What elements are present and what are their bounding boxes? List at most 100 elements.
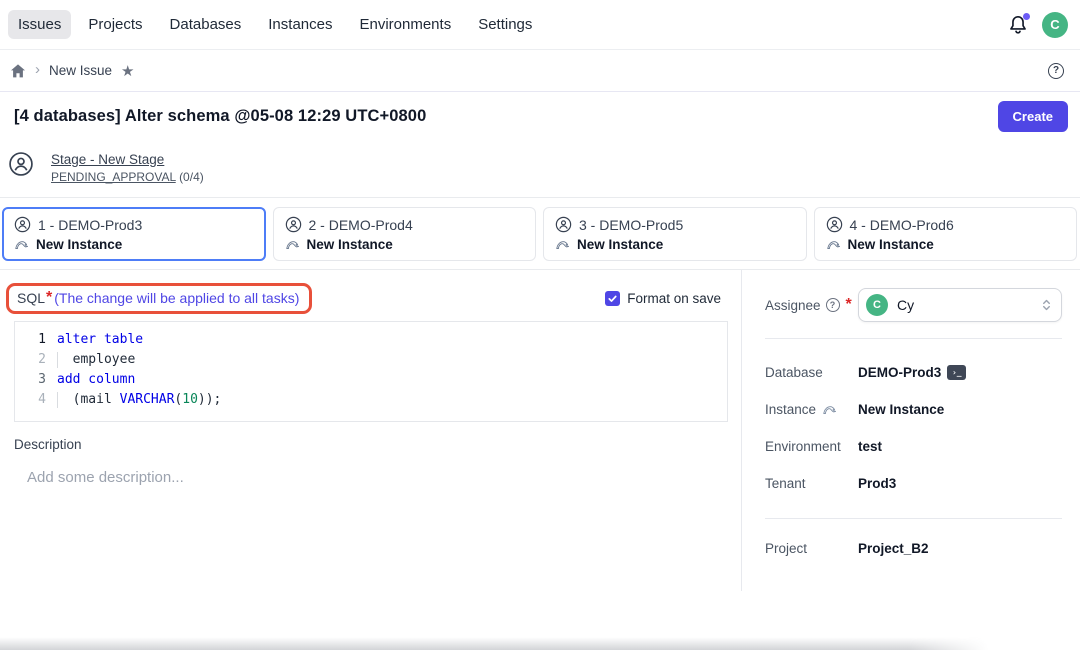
tenant-label: Tenant bbox=[765, 476, 806, 491]
user-avatar[interactable]: C bbox=[1042, 12, 1068, 38]
help-icon[interactable]: ? bbox=[1048, 63, 1064, 79]
assignee-help-icon[interactable]: ? bbox=[826, 298, 840, 312]
sql-label: SQL bbox=[17, 290, 45, 306]
code-line: 3 add column bbox=[15, 370, 727, 390]
person-icon bbox=[285, 216, 302, 233]
task-cards-row: 1 - DEMO-Prod3 New Instance 2 - DEMO-Pro… bbox=[0, 198, 1080, 270]
format-on-save-checkbox[interactable] bbox=[605, 291, 620, 306]
stage-section: Stage - New Stage PENDING_APPROVAL (0/4) bbox=[0, 142, 1080, 198]
breadcrumb: › New Issue ★ ? bbox=[0, 50, 1080, 92]
sidebar-divider bbox=[765, 338, 1062, 339]
create-button[interactable]: Create bbox=[998, 101, 1068, 132]
instance-value: New Instance bbox=[858, 402, 944, 417]
notification-dot bbox=[1023, 13, 1030, 20]
code-token: employee bbox=[57, 352, 135, 367]
code-line: 4 (mail VARCHAR(10)); bbox=[15, 390, 727, 410]
assignee-value: Cy bbox=[897, 297, 1031, 313]
nav-item-environments[interactable]: Environments bbox=[349, 10, 461, 39]
sql-required-mark: * bbox=[46, 289, 52, 307]
code-line: 2 employee bbox=[15, 350, 727, 370]
breadcrumb-current-page[interactable]: New Issue bbox=[49, 63, 112, 78]
nav-item-issues[interactable]: Issues bbox=[8, 10, 71, 39]
description-input[interactable]: Add some description... bbox=[27, 469, 741, 486]
task-instance: New Instance bbox=[307, 237, 393, 252]
task-card-1[interactable]: 1 - DEMO-Prod3 New Instance bbox=[2, 207, 266, 261]
stage-progress: (0/4) bbox=[179, 170, 204, 184]
home-icon[interactable] bbox=[10, 63, 26, 79]
task-card-4[interactable]: 4 - DEMO-Prod6 New Instance bbox=[814, 207, 1078, 261]
sql-console-icon[interactable]: ›_ bbox=[947, 365, 966, 380]
instance-label: Instance bbox=[765, 402, 816, 417]
task-name: 1 - DEMO-Prod3 bbox=[38, 217, 142, 233]
database-value: DEMO-Prod3 bbox=[858, 365, 941, 380]
sql-note: (The change will be applied to all tasks… bbox=[54, 290, 299, 306]
top-nav: Issues Projects Databases Instances Envi… bbox=[0, 0, 1080, 50]
task-card-3[interactable]: 3 - DEMO-Prod5 New Instance bbox=[543, 207, 807, 261]
star-icon[interactable]: ★ bbox=[121, 62, 134, 80]
stage-status-link[interactable]: PENDING_APPROVAL bbox=[51, 170, 176, 184]
issue-sidebar: Assignee ? * C Cy Database DEMO-Prod3 ›_ bbox=[742, 270, 1080, 591]
project-value: Project_B2 bbox=[858, 541, 929, 556]
sql-panel: SQL* (The change will be applied to all … bbox=[0, 270, 742, 591]
format-on-save-toggle[interactable]: Format on save bbox=[605, 291, 721, 306]
breadcrumb-separator: › bbox=[35, 61, 40, 78]
sidebar-row-environment: Environment test bbox=[765, 428, 1062, 465]
sidebar-row-project: Project Project_B2 bbox=[765, 530, 1062, 567]
sql-code-editor[interactable]: 1 alter table 2 employee 3 add column bbox=[14, 321, 728, 422]
task-instance: New Instance bbox=[577, 237, 663, 252]
person-icon bbox=[14, 216, 31, 233]
person-icon bbox=[826, 216, 843, 233]
main-content: SQL* (The change will be applied to all … bbox=[0, 270, 1080, 591]
mysql-dolphin-icon bbox=[826, 238, 841, 251]
indent-guide bbox=[57, 392, 58, 408]
environment-value: test bbox=[858, 439, 882, 454]
notification-bell-icon[interactable] bbox=[1007, 14, 1029, 36]
mysql-dolphin-icon bbox=[14, 238, 29, 251]
code-token: (mail bbox=[57, 392, 120, 407]
tenant-value: Prod3 bbox=[858, 476, 896, 491]
stage-name-link[interactable]: Stage - New Stage bbox=[51, 152, 204, 167]
task-name: 4 - DEMO-Prod6 bbox=[850, 217, 954, 233]
task-instance: New Instance bbox=[36, 237, 122, 252]
select-chevrons-icon bbox=[1040, 297, 1053, 313]
bottom-shadow bbox=[0, 637, 988, 650]
code-line: 1 alter table bbox=[15, 330, 727, 350]
person-icon bbox=[555, 216, 572, 233]
task-name: 2 - DEMO-Prod4 bbox=[309, 217, 413, 233]
stage-person-icon bbox=[8, 151, 34, 177]
nav-item-projects[interactable]: Projects bbox=[78, 10, 152, 39]
sidebar-row-instance: Instance New Instance bbox=[765, 391, 1062, 428]
format-on-save-label: Format on save bbox=[627, 291, 721, 306]
nav-item-instances[interactable]: Instances bbox=[258, 10, 342, 39]
line-number: 3 bbox=[15, 370, 57, 390]
assignee-label: Assignee bbox=[765, 298, 821, 313]
code-token: 10 bbox=[182, 392, 198, 407]
sidebar-row-database: Database DEMO-Prod3 ›_ bbox=[765, 354, 1062, 391]
line-number: 1 bbox=[15, 330, 57, 350]
line-number: 2 bbox=[15, 350, 57, 370]
mysql-dolphin-icon bbox=[285, 238, 300, 251]
indent-guide bbox=[57, 352, 58, 368]
assignee-select[interactable]: C Cy bbox=[858, 288, 1062, 322]
code-token: alter table bbox=[57, 332, 143, 347]
title-row: [4 databases] Alter schema @05-08 12:29 … bbox=[0, 92, 1080, 142]
line-number: 4 bbox=[15, 390, 57, 410]
assignee-avatar: C bbox=[866, 294, 888, 316]
sql-label-annotation-box: SQL* (The change will be applied to all … bbox=[6, 283, 312, 314]
database-label: Database bbox=[765, 365, 823, 380]
project-label: Project bbox=[765, 541, 807, 556]
code-token: add column bbox=[57, 372, 135, 387]
code-token: VARCHAR bbox=[120, 392, 175, 407]
task-instance: New Instance bbox=[848, 237, 934, 252]
nav-item-databases[interactable]: Databases bbox=[160, 10, 252, 39]
environment-label: Environment bbox=[765, 439, 841, 454]
code-token: )); bbox=[198, 392, 221, 407]
task-name: 3 - DEMO-Prod5 bbox=[579, 217, 683, 233]
description-label: Description bbox=[14, 437, 741, 452]
nav-item-settings[interactable]: Settings bbox=[468, 10, 542, 39]
mysql-dolphin-icon bbox=[555, 238, 570, 251]
sidebar-row-tenant: Tenant Prod3 bbox=[765, 465, 1062, 502]
task-card-2[interactable]: 2 - DEMO-Prod4 New Instance bbox=[273, 207, 537, 261]
page-title: [4 databases] Alter schema @05-08 12:29 … bbox=[14, 107, 426, 126]
assignee-required-mark: * bbox=[846, 296, 852, 314]
